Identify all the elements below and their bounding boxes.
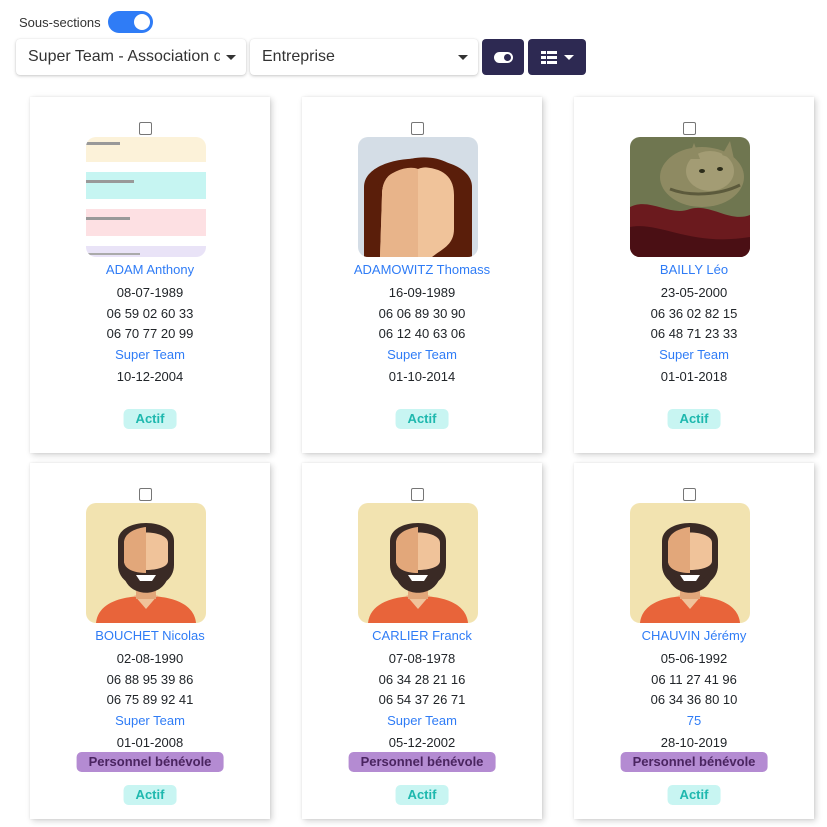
team-select[interactable]: Super Team - Association d [16,39,246,75]
member-card: CARLIER Franck 07-08-1978 06 34 28 21 16… [302,463,542,819]
list-view-icon [540,50,557,64]
select-checkbox[interactable] [411,488,424,501]
status-badge: Actif [667,409,721,429]
select-checkbox[interactable] [139,488,152,501]
select-checkbox[interactable] [139,122,152,135]
member-birthdate: 23-05-2000 [660,285,728,300]
member-card: BAILLY Léo 23-05-2000 06 36 02 82 15 06 … [574,97,814,453]
member-birthdate: 08-07-1989 [116,285,184,300]
member-phone-2: 06 54 37 26 71 [378,692,466,707]
select-checkbox[interactable] [683,122,696,135]
filter-bar: Super Team - Association d Entreprise [16,39,586,75]
member-phone-1: 06 59 02 60 33 [106,306,194,321]
member-team[interactable]: Super Team [30,347,270,363]
member-birthdate: 07-08-1978 [388,651,456,666]
member-name[interactable]: BOUCHET Nicolas [30,628,270,644]
team-select-value: Super Team - Association d [28,48,220,65]
member-photo [86,137,206,257]
role-badge: Personnel bénévole [76,752,224,772]
status-badge: Actif [123,409,177,429]
member-photo [358,137,478,257]
chevron-down-icon [226,54,236,60]
select-checkbox[interactable] [411,122,424,135]
member-card: BOUCHET Nicolas 02-08-1990 06 88 95 39 8… [30,463,270,819]
member-name[interactable]: ADAMOWITZ Thomass [302,262,542,278]
member-phone-2: 06 70 77 20 99 [106,326,194,341]
member-phone-1: 06 88 95 39 86 [106,672,194,687]
member-join-date: 01-01-2008 [116,735,184,750]
member-birthdate: 02-08-1990 [116,651,184,666]
select-checkbox[interactable] [683,488,696,501]
member-birthdate: 05-06-1992 [660,651,728,666]
member-join-date: 05-12-2002 [388,735,456,750]
member-photo [358,503,478,623]
member-join-date: 28-10-2019 [660,735,728,750]
member-phone-1: 06 06 89 30 90 [378,306,466,321]
member-team[interactable]: Super Team [574,347,814,363]
chevron-down-icon [458,54,468,60]
view-mode-button[interactable] [528,39,586,75]
switch-knob [133,14,150,30]
member-join-date: 01-01-2018 [660,369,728,384]
status-badge: Actif [395,785,449,805]
subsections-label: Sous-sections [19,14,101,30]
member-name[interactable]: CHAUVIN Jérémy [574,628,814,644]
member-photo [630,137,750,257]
member-photo [630,503,750,623]
toggle-active-button[interactable] [482,39,524,75]
status-badge: Actif [395,409,449,429]
member-team[interactable]: Super Team [302,347,542,363]
status-badge: Actif [123,785,177,805]
member-phone-2: 06 75 89 92 41 [106,692,194,707]
chevron-down-icon [563,54,574,60]
member-phone-1: 06 36 02 82 15 [650,306,738,321]
role-badge: Personnel bénévole [620,752,768,772]
subsections-toggle-row: Sous-sections [19,11,153,33]
member-card: CHAUVIN Jérémy 05-06-1992 06 11 27 41 96… [574,463,814,819]
role-badge: Personnel bénévole [348,752,496,772]
member-phone-2: 06 48 71 23 33 [650,326,738,341]
status-badge: Actif [667,785,721,805]
toggle-on-icon [493,51,513,63]
entity-select[interactable]: Entreprise [250,39,478,75]
member-phone-1: 06 11 27 41 96 [651,672,737,687]
member-phone-1: 06 34 28 21 16 [378,672,466,687]
member-team[interactable]: 75 [574,713,814,729]
subsections-switch[interactable] [107,11,153,33]
member-card: ADAM Anthony 08-07-1989 06 59 02 60 33 0… [30,97,270,453]
member-card: ADAMOWITZ Thomass 16-09-1989 06 06 89 30… [302,97,542,453]
members-grid: ADAM Anthony 08-07-1989 06 59 02 60 33 0… [30,97,814,819]
member-photo [86,503,206,623]
member-birthdate: 16-09-1989 [388,285,456,300]
member-name[interactable]: BAILLY Léo [574,262,814,278]
member-team[interactable]: Super Team [302,713,542,729]
member-join-date: 10-12-2004 [116,369,184,384]
member-team[interactable]: Super Team [30,713,270,729]
entity-select-value: Entreprise [262,48,335,65]
member-phone-2: 06 12 40 63 06 [378,326,466,341]
member-phone-2: 06 34 36 80 10 [650,692,738,707]
member-name[interactable]: CARLIER Franck [302,628,542,644]
member-join-date: 01-10-2014 [388,369,456,384]
member-name[interactable]: ADAM Anthony [30,262,270,278]
